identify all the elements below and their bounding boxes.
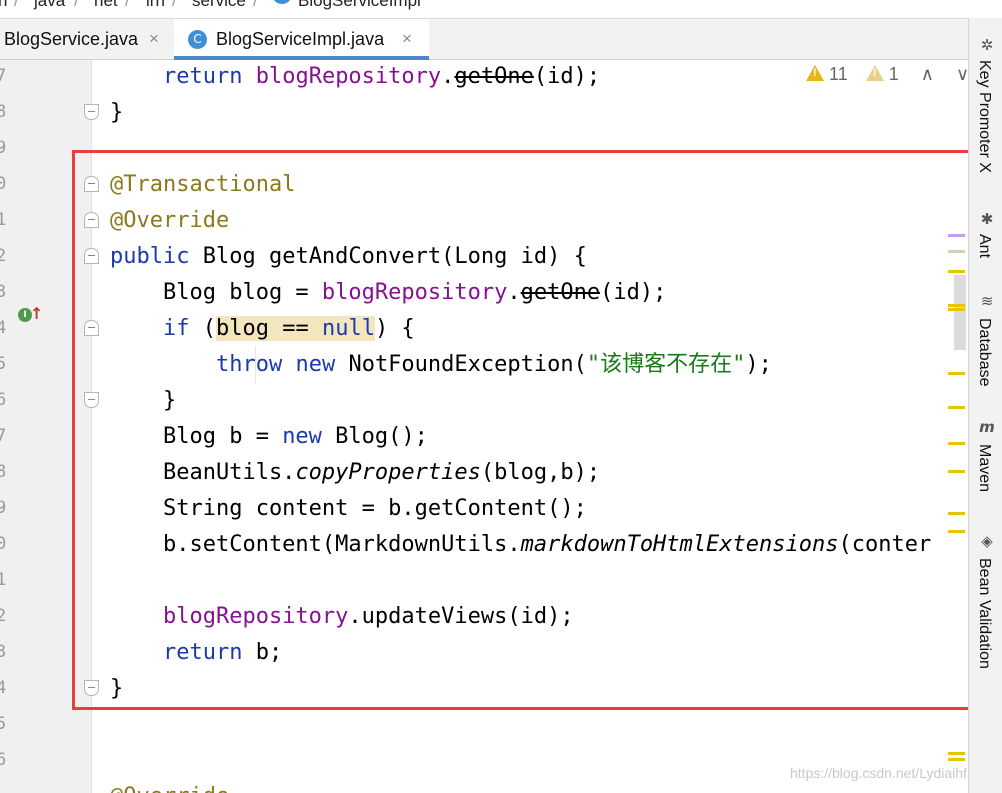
stripe-mark[interactable] bbox=[948, 372, 965, 375]
breadcrumb-separator: / bbox=[253, 0, 258, 10]
stripe-mark[interactable] bbox=[948, 758, 965, 761]
breadcrumb-separator: / bbox=[74, 0, 79, 10]
key-promoter-icon: ✲ bbox=[980, 36, 994, 54]
code-line: @Override bbox=[110, 779, 229, 793]
editor-gutter[interactable]: 7 8 9 0 1 2 3 4 5 6 7 8 9 0 1 2 3 4 5 6 … bbox=[0, 60, 99, 793]
warning-icon bbox=[806, 65, 824, 81]
line-number: 1 bbox=[0, 570, 7, 590]
maven-icon: m bbox=[979, 418, 995, 436]
breadcrumb-item[interactable]: service bbox=[192, 0, 246, 11]
line-number: 6 bbox=[0, 750, 7, 770]
code-line: BeanUtils.copyProperties(blog,b); bbox=[110, 460, 601, 485]
code-editor[interactable]: return blogRepository.getOne(id); } @Tra… bbox=[93, 60, 968, 793]
previous-highlight-button[interactable]: ∧ bbox=[921, 64, 934, 84]
watermark: https://blog.csdn.net/Lydiaihf bbox=[790, 765, 967, 781]
code-line: } bbox=[110, 100, 124, 125]
right-tool-window-bar: ✲ Key Promoter X ✱ Ant ≋ Database m Mave… bbox=[968, 18, 1002, 793]
code-line: return blogRepository.getOne(id); bbox=[162, 64, 601, 89]
breadcrumb-separator: / bbox=[172, 0, 177, 10]
warning-count: 11 bbox=[829, 64, 848, 84]
breadcrumb-item[interactable]: lrn bbox=[146, 0, 165, 11]
stripe-mark[interactable] bbox=[948, 234, 965, 237]
code-line: public Blog getAndConvert(Long id) { bbox=[110, 244, 587, 269]
error-stripe[interactable] bbox=[944, 60, 968, 793]
line-number: 2 bbox=[0, 246, 7, 266]
stripe-mark[interactable] bbox=[948, 270, 965, 273]
code-line: if (blog == null) { bbox=[162, 316, 415, 341]
arrow-up-icon[interactable]: ↑ bbox=[30, 304, 43, 323]
line-number: 2 bbox=[0, 606, 7, 626]
stripe-mark[interactable] bbox=[948, 250, 965, 253]
code-line: b.setContent(MarkdownUtils.markdownToHtm… bbox=[110, 532, 932, 557]
line-number: 7 bbox=[0, 66, 7, 86]
stripe-mark[interactable] bbox=[948, 470, 965, 473]
stripe-mark[interactable] bbox=[948, 406, 965, 409]
scrollbar-thumb[interactable] bbox=[954, 275, 966, 350]
close-icon[interactable]: × bbox=[149, 19, 159, 59]
line-number: 0 bbox=[0, 174, 7, 194]
tab-blogservice[interactable]: BlogService.java × bbox=[0, 19, 170, 60]
code-line: return b; bbox=[162, 640, 283, 665]
tool-maven[interactable]: m Maven bbox=[969, 416, 1002, 506]
tool-key-promoter-x[interactable]: ✲ Key Promoter X bbox=[969, 32, 1002, 202]
ant-icon: ✱ bbox=[980, 210, 994, 228]
line-number: 8 bbox=[0, 462, 7, 482]
tool-ant[interactable]: ✱ Ant bbox=[969, 208, 1002, 278]
code-line: Blog blog = blogRepository.getOne(id); bbox=[110, 280, 667, 305]
breadcrumb-separator: / bbox=[14, 0, 19, 10]
stripe-mark[interactable] bbox=[948, 530, 965, 533]
breadcrumb-item[interactable]: java bbox=[34, 0, 65, 11]
code-line: throw new NotFoundException("该博客不存在"); bbox=[215, 352, 772, 377]
line-number: 5 bbox=[0, 714, 7, 734]
breadcrumb-item[interactable]: n bbox=[0, 0, 7, 11]
close-icon[interactable]: × bbox=[402, 19, 412, 59]
bean-validation-icon: ◈ bbox=[981, 532, 993, 550]
stripe-mark[interactable] bbox=[948, 304, 965, 307]
tab-label: BlogServiceImpl.java bbox=[216, 29, 385, 49]
breadcrumb-item[interactable]: net bbox=[94, 0, 118, 11]
code-line: String content = b.getContent(); bbox=[110, 496, 587, 521]
line-number: 4 bbox=[0, 678, 7, 698]
editor-tab-bar: BlogService.java × C BlogServiceImpl.jav… bbox=[0, 18, 968, 60]
tab-label: BlogService.java bbox=[4, 29, 139, 49]
tool-database[interactable]: ≋ Database bbox=[969, 290, 1002, 400]
code-line: Blog b = new Blog(); bbox=[110, 424, 428, 449]
line-number: 5 bbox=[0, 354, 7, 374]
database-icon: ≋ bbox=[980, 292, 994, 310]
tool-bean-validation[interactable]: ◈ Bean Validation bbox=[969, 530, 1002, 680]
line-number: 3 bbox=[0, 282, 7, 302]
line-number: 4 bbox=[0, 318, 7, 338]
line-number: 8 bbox=[0, 102, 7, 122]
line-number: 3 bbox=[0, 642, 7, 662]
line-number: 0 bbox=[0, 534, 7, 554]
stripe-mark[interactable] bbox=[948, 308, 965, 311]
stripe-mark[interactable] bbox=[948, 752, 965, 755]
weak-warning-icon bbox=[865, 65, 884, 81]
code-line: } bbox=[110, 388, 177, 413]
stripe-mark[interactable] bbox=[948, 512, 965, 515]
line-number: 6 bbox=[0, 390, 7, 410]
line-number: 9 bbox=[0, 138, 7, 158]
line-number: 7 bbox=[0, 426, 7, 446]
tab-blogserviceimpl[interactable]: C BlogServiceImpl.java × bbox=[174, 19, 429, 60]
breadcrumb: n / java / net / lrn / service / BlogSer… bbox=[0, 0, 968, 13]
weak-warning-count: 1 bbox=[888, 64, 899, 84]
code-line: blogRepository.updateViews(id); bbox=[162, 604, 574, 629]
code-line: @Override bbox=[110, 208, 230, 233]
line-number: 1 bbox=[0, 210, 7, 230]
code-line: } bbox=[110, 676, 124, 701]
stripe-mark[interactable] bbox=[948, 442, 965, 445]
breadcrumb-item[interactable]: BlogServiceImpl bbox=[298, 0, 421, 11]
class-icon bbox=[272, 0, 292, 4]
class-icon: C bbox=[188, 30, 207, 49]
breadcrumb-separator: / bbox=[125, 0, 130, 10]
line-number: 9 bbox=[0, 498, 7, 518]
code-line: @Transactional bbox=[110, 172, 296, 197]
